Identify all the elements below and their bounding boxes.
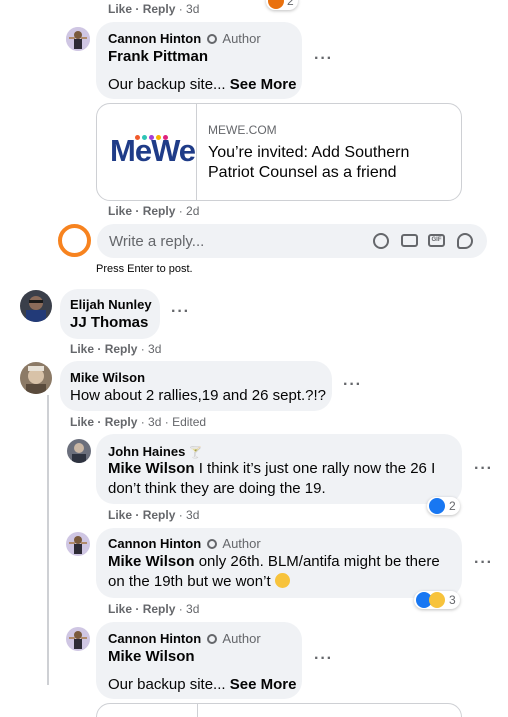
author-badge: Author (222, 31, 261, 46)
like-link[interactable]: Like (108, 602, 132, 616)
reply-placeholder: Write a reply... (109, 233, 205, 250)
more-options-icon[interactable]: ··· (314, 50, 333, 68)
comment-text: How about 2 rallies,19 and 26 sept.?!? (70, 387, 327, 404)
reaction-count[interactable]: 3 (414, 591, 460, 609)
timestamp[interactable]: 3d (148, 342, 161, 356)
mention-link[interactable]: Mike Wilson (108, 460, 195, 477)
mention-link[interactable]: Mike Wilson (108, 553, 195, 570)
timestamp[interactable]: 3d (148, 415, 161, 429)
shield-icon (206, 34, 217, 44)
link-domain: MEWE.COM (208, 123, 277, 137)
more-options-icon[interactable]: ··· (474, 554, 493, 572)
mewe-logo: MeWe (97, 104, 197, 200)
more-options-icon[interactable]: ··· (474, 460, 493, 478)
see-more-link[interactable]: See More (230, 76, 297, 93)
commenter-name[interactable]: Cannon Hinton (108, 631, 201, 646)
angry-reaction-icon (268, 0, 284, 9)
edited-label[interactable]: Edited (172, 415, 206, 429)
mention-link[interactable]: JJ Thomas (70, 313, 148, 333)
timestamp[interactable]: 2d (186, 204, 199, 218)
reaction-count[interactable]: 2 (266, 0, 298, 10)
reply-input[interactable]: Write a reply... GIF (97, 224, 487, 258)
comment-actions: Like · Reply · 3d (108, 2, 200, 16)
commenter-name[interactable]: Elijah Nunley (70, 297, 152, 312)
camera-icon[interactable] (401, 234, 418, 247)
timestamp[interactable]: 3d (186, 2, 199, 16)
comment-actions: Like · Reply · 3d (70, 342, 162, 356)
sticker-icon[interactable] (457, 233, 473, 249)
avatar[interactable] (20, 362, 52, 394)
link-preview-card[interactable] (96, 703, 462, 717)
comment-actions: Like · Reply · 3d (108, 602, 200, 616)
avatar[interactable] (20, 290, 52, 322)
user-avatar-ring (58, 224, 91, 257)
author-badge: Author (222, 536, 261, 551)
like-link[interactable]: Like (70, 415, 94, 429)
comment-text: Our backup site... (108, 676, 226, 693)
reply-link[interactable]: Reply (105, 342, 138, 356)
link-preview-card[interactable]: MeWe MEWE.COM You’re invited: Add Southe… (96, 103, 462, 201)
shield-icon (206, 634, 217, 644)
comment-actions: Like · Reply · 3d · Edited (70, 415, 207, 429)
mention-link[interactable]: Mike Wilson (108, 647, 195, 667)
reply-link[interactable]: Reply (143, 2, 176, 16)
like-link[interactable]: Like (108, 508, 132, 522)
author-badge: Author (222, 631, 261, 646)
like-reaction-icon (429, 498, 445, 514)
more-options-icon[interactable]: ··· (314, 650, 333, 668)
like-link[interactable]: Like (70, 342, 94, 356)
comment-bubble: Cannon Hinton Author Mike Wilson Our bac… (96, 622, 302, 699)
avatar[interactable] (67, 439, 91, 463)
thread-line (47, 395, 49, 685)
comment-bubble: Mike Wilson How about 2 rallies,19 and 2… (60, 361, 332, 411)
like-link[interactable]: Like (108, 204, 132, 218)
emoji-icon[interactable] (373, 233, 389, 249)
gif-icon[interactable]: GIF (428, 234, 445, 247)
shield-icon (206, 539, 217, 549)
commenter-name[interactable]: John Haines (108, 444, 185, 459)
more-options-icon[interactable]: ··· (343, 376, 362, 394)
avatar[interactable] (66, 27, 90, 51)
avatar[interactable] (66, 532, 90, 556)
trophy-icon: 🍸 (188, 447, 203, 459)
reaction-number: 3 (449, 593, 456, 607)
like-link[interactable]: Like (108, 2, 132, 16)
reaction-count[interactable]: 2 (427, 497, 460, 515)
reaction-number: 2 (449, 499, 456, 513)
reply-link[interactable]: Reply (143, 508, 176, 522)
comment-bubble: Elijah Nunley JJ Thomas (60, 289, 160, 339)
timestamp[interactable]: 3d (186, 602, 199, 616)
reaction-number: 2 (287, 0, 294, 8)
commenter-name[interactable]: Cannon Hinton (108, 31, 201, 46)
smile-emoji-icon (274, 573, 290, 588)
comment-bubble: Cannon Hinton Author Frank Pittman Our b… (96, 22, 302, 99)
more-options-icon[interactable]: ··· (171, 303, 190, 321)
comment-text: Our backup site... (108, 76, 226, 93)
reply-link[interactable]: Reply (105, 415, 138, 429)
avatar[interactable] (66, 627, 90, 651)
see-more-link[interactable]: See More (230, 676, 297, 693)
comment-bubble: Cannon Hinton Author Mike Wilson only 26… (96, 528, 462, 598)
haha-reaction-icon (429, 592, 445, 608)
commenter-name[interactable]: Cannon Hinton (108, 536, 201, 551)
commenter-name[interactable]: Mike Wilson (70, 370, 145, 385)
mention-link[interactable]: Frank Pittman (108, 47, 208, 67)
timestamp[interactable]: 3d (186, 508, 199, 522)
reply-link[interactable]: Reply (143, 602, 176, 616)
reply-link[interactable]: Reply (143, 204, 176, 218)
comment-actions: Like · Reply · 3d (108, 508, 200, 522)
link-title: You’re invited: Add Southern Patriot Cou… (208, 144, 410, 181)
comment-actions: Like · Reply · 2d (108, 204, 200, 218)
post-hint: Press Enter to post. (96, 263, 193, 275)
comment-bubble: John Haines 🍸 Mike Wilson I think it’s j… (96, 434, 462, 504)
